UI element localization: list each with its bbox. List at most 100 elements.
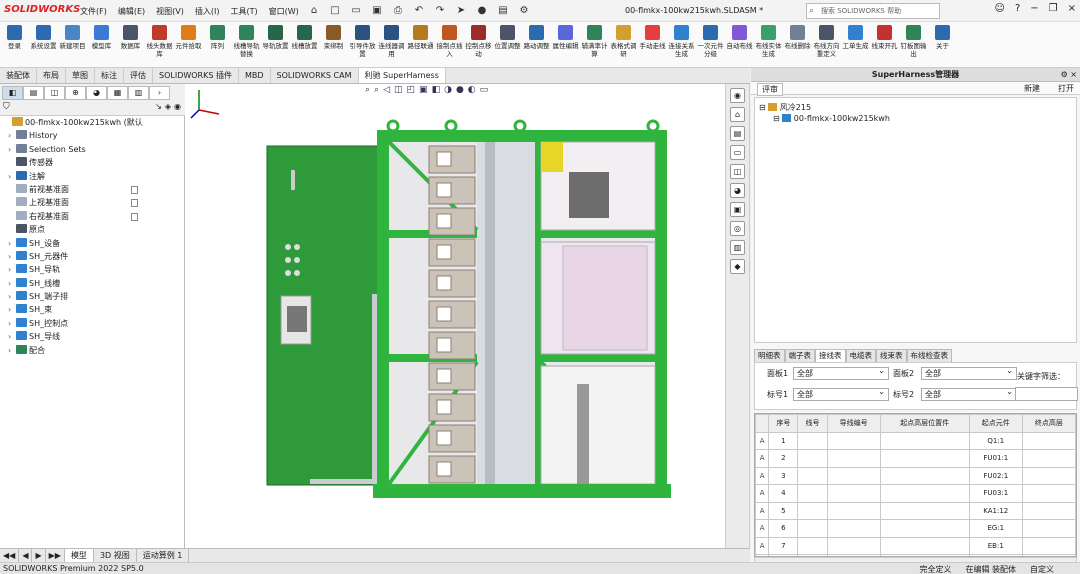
ribbon-button[interactable]: 线束开孔 <box>870 22 899 68</box>
expand-arrow-icon[interactable]: › <box>8 344 16 357</box>
expand-arrow-icon[interactable]: › <box>8 290 16 303</box>
expand-arrow-icon[interactable]: › <box>8 237 16 250</box>
user-icon[interactable]: ☺ <box>995 3 1005 14</box>
cell-start-component[interactable]: FU02:1 <box>968 466 1023 485</box>
panel-options-icon[interactable]: ⚙ × <box>1061 68 1077 82</box>
column-header[interactable]: 线号 <box>797 414 828 433</box>
tree-item[interactable]: › SH_设备 <box>0 237 184 250</box>
menu-item[interactable]: 插入(I) <box>195 6 220 17</box>
cell-empty[interactable] <box>826 501 881 520</box>
dimxpert-tab-icon[interactable]: ⊕ <box>65 86 86 100</box>
collapse-icon[interactable]: ⊟ <box>759 103 766 112</box>
cell-empty[interactable] <box>1021 431 1076 450</box>
cell-empty[interactable] <box>879 466 970 485</box>
row-header-cell[interactable]: A <box>755 484 770 503</box>
ribbon-button[interactable]: 位置调整 <box>493 22 522 68</box>
ribbon-button[interactable]: 路径联通 <box>406 22 435 68</box>
column-header[interactable]: 起点高层位置件 <box>879 414 970 433</box>
tag2-select[interactable]: 全部 <box>921 386 1017 401</box>
expand-arrow-icon[interactable]: › <box>8 330 16 343</box>
expand-arrow-icon[interactable]: › <box>8 277 16 290</box>
open-button[interactable]: 打开 <box>1058 83 1074 94</box>
new-document-icon[interactable]: □ <box>327 3 343 19</box>
tree-item[interactable]: › SH_束 <box>0 303 184 316</box>
command-tab[interactable]: 标注 <box>95 68 124 83</box>
table-row[interactable]: A 3 FU02:1 <box>755 466 1076 485</box>
superharness-icon[interactable]: ▥ <box>730 240 745 255</box>
plane-visibility-icon[interactable] <box>131 199 138 208</box>
column-header[interactable]: 导线编号 <box>826 414 881 433</box>
tab-scroll-arrow-icon[interactable]: ▶ <box>32 549 46 562</box>
cell-empty[interactable] <box>797 431 828 450</box>
row-header-cell[interactable]: A <box>755 449 770 468</box>
cell-empty[interactable] <box>797 449 828 468</box>
restore-icon[interactable]: ❐ <box>1049 3 1058 14</box>
display-manager-tab-icon[interactable]: ◕ <box>86 86 107 100</box>
row-header-cell[interactable]: A <box>755 519 770 538</box>
tree-item[interactable]: › SH_线槽 <box>0 277 184 290</box>
column-header[interactable]: 终点高层 <box>1021 414 1076 433</box>
rebuild-icon[interactable]: ● <box>474 3 490 19</box>
tree-item[interactable]: › History <box>0 129 184 142</box>
cell-empty[interactable] <box>879 449 970 468</box>
plane-visibility-icon[interactable] <box>131 212 138 221</box>
tag1-select[interactable]: 全部 <box>793 386 889 401</box>
ribbon-button[interactable]: 钉板图输出 <box>899 22 928 68</box>
plane-visibility-icon[interactable] <box>131 185 138 194</box>
custom-properties-icon[interactable]: ▣ <box>730 202 745 217</box>
tab-scroll-arrow-icon[interactable]: ◀◀ <box>0 549 20 562</box>
tree-item[interactable]: 上视基准面 <box>0 196 184 209</box>
menu-item[interactable]: 窗口(W) <box>269 6 299 17</box>
expand-arrow-icon[interactable]: › <box>8 129 16 142</box>
expand-arrow-icon[interactable]: › <box>8 143 16 156</box>
ribbon-button[interactable]: 模型库 <box>87 22 116 68</box>
file-properties-icon[interactable]: ▤ <box>495 3 511 19</box>
appearances-icon[interactable]: ◕ <box>730 183 745 198</box>
pdm-icon[interactable]: ◆ <box>730 259 745 274</box>
ribbon-button[interactable]: 属性编辑 <box>551 22 580 68</box>
options-icon[interactable]: ⚙ <box>516 3 532 19</box>
cell-empty[interactable] <box>1021 501 1076 520</box>
view-palette-icon[interactable]: ◫ <box>730 164 745 179</box>
home-icon[interactable]: ⌂ <box>306 3 322 19</box>
tree-item[interactable]: 原点 <box>0 223 184 236</box>
ribbon-button[interactable]: 工单生成 <box>841 22 870 68</box>
ribbon-button[interactable]: 线槽导轨替换 <box>232 22 261 68</box>
cell-empty[interactable] <box>879 431 970 450</box>
ribbon-button[interactable]: 手动走线 <box>638 22 667 68</box>
print-icon[interactable]: ⎙ <box>390 3 406 19</box>
configuration-tab-icon[interactable]: ◫ <box>44 86 65 100</box>
ribbon-button[interactable]: 线头数据库 <box>145 22 174 68</box>
pin-icon[interactable]: ↘ <box>155 102 162 111</box>
cell-empty[interactable] <box>826 431 881 450</box>
row-header-cell[interactable]: A <box>755 501 770 520</box>
command-tab[interactable]: 布局 <box>37 68 66 83</box>
ribbon-button[interactable]: 新建项目 <box>58 22 87 68</box>
table-tab[interactable]: 线束表 <box>876 349 907 362</box>
row-header-cell[interactable]: A <box>755 536 770 555</box>
cell-empty[interactable] <box>797 484 828 503</box>
tab-scroll-arrow-icon[interactable]: ◀ <box>19 549 33 562</box>
table-row[interactable]: A 1 Q1:1 <box>755 431 1076 450</box>
redo-icon[interactable]: ↷ <box>432 3 448 19</box>
cell-empty[interactable] <box>1021 536 1076 555</box>
ribbon-button[interactable]: 控制点移动 <box>464 22 493 68</box>
cell-empty[interactable] <box>826 466 881 485</box>
tree-item[interactable]: › SH_导轨 <box>0 263 184 276</box>
menu-item[interactable]: 工具(T) <box>230 6 257 17</box>
expand-arrow-icon[interactable]: › <box>8 303 16 316</box>
tree-item[interactable]: 右视基准面 <box>0 210 184 223</box>
forum-icon[interactable]: ◎ <box>730 221 745 236</box>
ribbon-button[interactable]: 元件拾取 <box>174 22 203 68</box>
table-row[interactable]: A 7 EB:1 <box>755 536 1076 555</box>
menu-item[interactable]: 文件(F) <box>80 6 107 17</box>
cell-empty[interactable] <box>879 519 970 538</box>
select-icon[interactable]: ➤ <box>453 3 469 19</box>
ribbon-button[interactable]: 路动调整 <box>522 22 551 68</box>
ribbon-button[interactable]: 表格式调研 <box>609 22 638 68</box>
keyword-input[interactable] <box>1015 387 1078 401</box>
cell-empty[interactable] <box>879 501 970 520</box>
ribbon-button[interactable]: 束绑制 <box>319 22 348 68</box>
more-tabs-icon[interactable]: › <box>149 86 170 100</box>
cell-start-component[interactable]: EG:1 <box>968 519 1023 538</box>
